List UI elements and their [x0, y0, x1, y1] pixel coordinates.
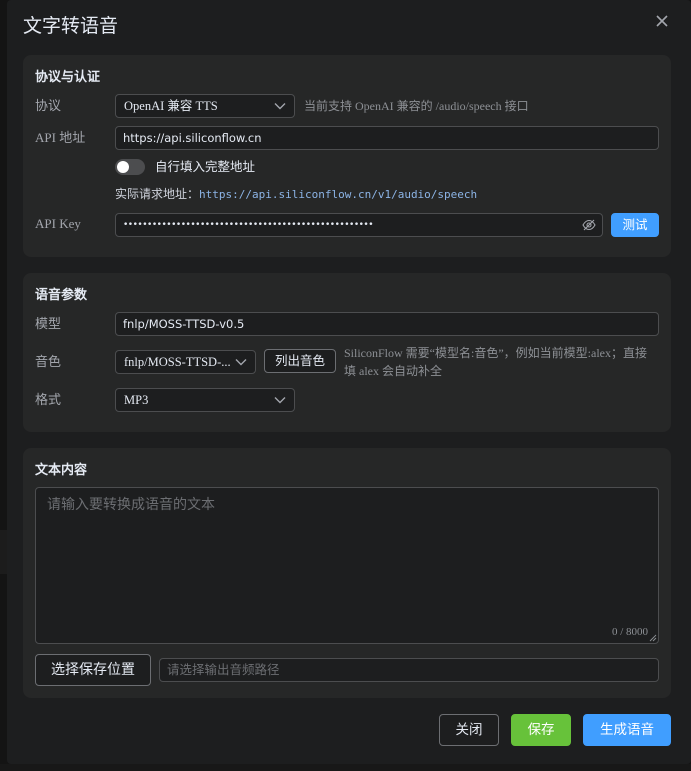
generate-speech-button[interactable]: 生成语音: [583, 714, 671, 746]
model-input[interactable]: fnlp/MOSS-TTSD-v0.5: [115, 312, 659, 336]
api-url-value: https://api.siliconflow.cn: [123, 131, 262, 145]
resize-grip-icon[interactable]: [649, 634, 657, 642]
text-section: 文本内容 请输入要转换成语音的文本 0 / 8000 选择保存位置 请选择输出音…: [23, 448, 671, 698]
protocol-section: 协议与认证 协议 OpenAI 兼容 TTS 当前支持 OpenAI 兼容的 /…: [23, 55, 671, 257]
section-title-text: 文本内容: [35, 463, 88, 478]
actual-url-row: 实际请求地址：https://api.siliconflow.cn/v1/aud…: [115, 185, 477, 204]
section-title-protocol: 协议与认证: [35, 70, 101, 85]
voice-select-value: fnlp/MOSS-TTSD-...: [124, 355, 231, 369]
list-voices-button[interactable]: 列出音色: [264, 349, 336, 373]
voice-hint-line1: SiliconFlow 需要“模型名:音色”，例如当前模型:alex；直接: [344, 346, 647, 360]
protocol-select[interactable]: OpenAI 兼容 TTS: [115, 94, 295, 118]
format-label: 格式: [35, 392, 62, 407]
chevron-down-icon: [274, 397, 286, 404]
output-path-input[interactable]: 请选择输出音频路径: [159, 658, 659, 682]
choose-location-button[interactable]: 选择保存位置: [35, 654, 151, 686]
close-button[interactable]: 关闭: [439, 714, 499, 746]
voice-label: 音色: [35, 354, 62, 369]
api-url-label: API 地址: [35, 130, 86, 145]
voice-hint-line2: 填 alex 会自动补全: [344, 364, 442, 378]
actual-url-label: 实际请求地址：: [115, 187, 200, 201]
api-key-label: API Key: [35, 216, 81, 231]
chevron-down-icon: [235, 359, 247, 366]
save-button[interactable]: 保存: [511, 714, 571, 746]
format-select-value: MP3: [124, 393, 149, 407]
backdrop-bottom: [0, 764, 691, 771]
test-button[interactable]: 测试: [611, 213, 659, 237]
text-content-textarea[interactable]: 请输入要转换成语音的文本 0 / 8000: [35, 487, 659, 644]
textarea-placeholder: 请输入要转换成语音的文本: [47, 497, 215, 513]
voice-section: 语音参数 模型 fnlp/MOSS-TTSD-v0.5 音色 fnlp/MOSS…: [23, 273, 671, 432]
api-url-input[interactable]: https://api.siliconflow.cn: [115, 126, 659, 150]
output-path-placeholder: 请选择输出音频路径: [167, 662, 280, 677]
eye-off-icon[interactable]: [582, 219, 596, 231]
protocol-hint: 当前支持 OpenAI 兼容的 /audio/speech 接口: [304, 99, 529, 113]
format-select[interactable]: MP3: [115, 388, 295, 412]
dialog-title: 文字转语音: [23, 15, 119, 37]
tts-dialog: 文字转语音 协议与认证 协议 OpenAI 兼容 TTS 当前支持 OpenAI…: [7, 0, 691, 764]
close-icon[interactable]: [653, 12, 671, 30]
protocol-label: 协议: [35, 98, 62, 113]
voice-select[interactable]: fnlp/MOSS-TTSD-...: [115, 350, 256, 374]
char-count: 0 / 8000: [611, 626, 648, 638]
full-url-toggle-label: 自行填入完整地址: [155, 159, 256, 174]
toggle-knob: [117, 161, 129, 173]
chevron-down-icon: [274, 103, 286, 110]
full-url-toggle[interactable]: [115, 159, 145, 175]
model-label: 模型: [35, 316, 62, 331]
actual-url-value: https://api.siliconflow.cn/v1/audio/spee…: [199, 188, 478, 201]
section-title-voice: 语音参数: [35, 288, 88, 303]
api-key-input[interactable]: ••••••••••••••••••••••••••••••••••••••••…: [115, 213, 603, 237]
api-key-value: ••••••••••••••••••••••••••••••••••••••••…: [123, 220, 374, 230]
backdrop-strip: [0, 530, 7, 574]
model-value: fnlp/MOSS-TTSD-v0.5: [123, 317, 245, 331]
protocol-select-value: OpenAI 兼容 TTS: [124, 99, 218, 113]
